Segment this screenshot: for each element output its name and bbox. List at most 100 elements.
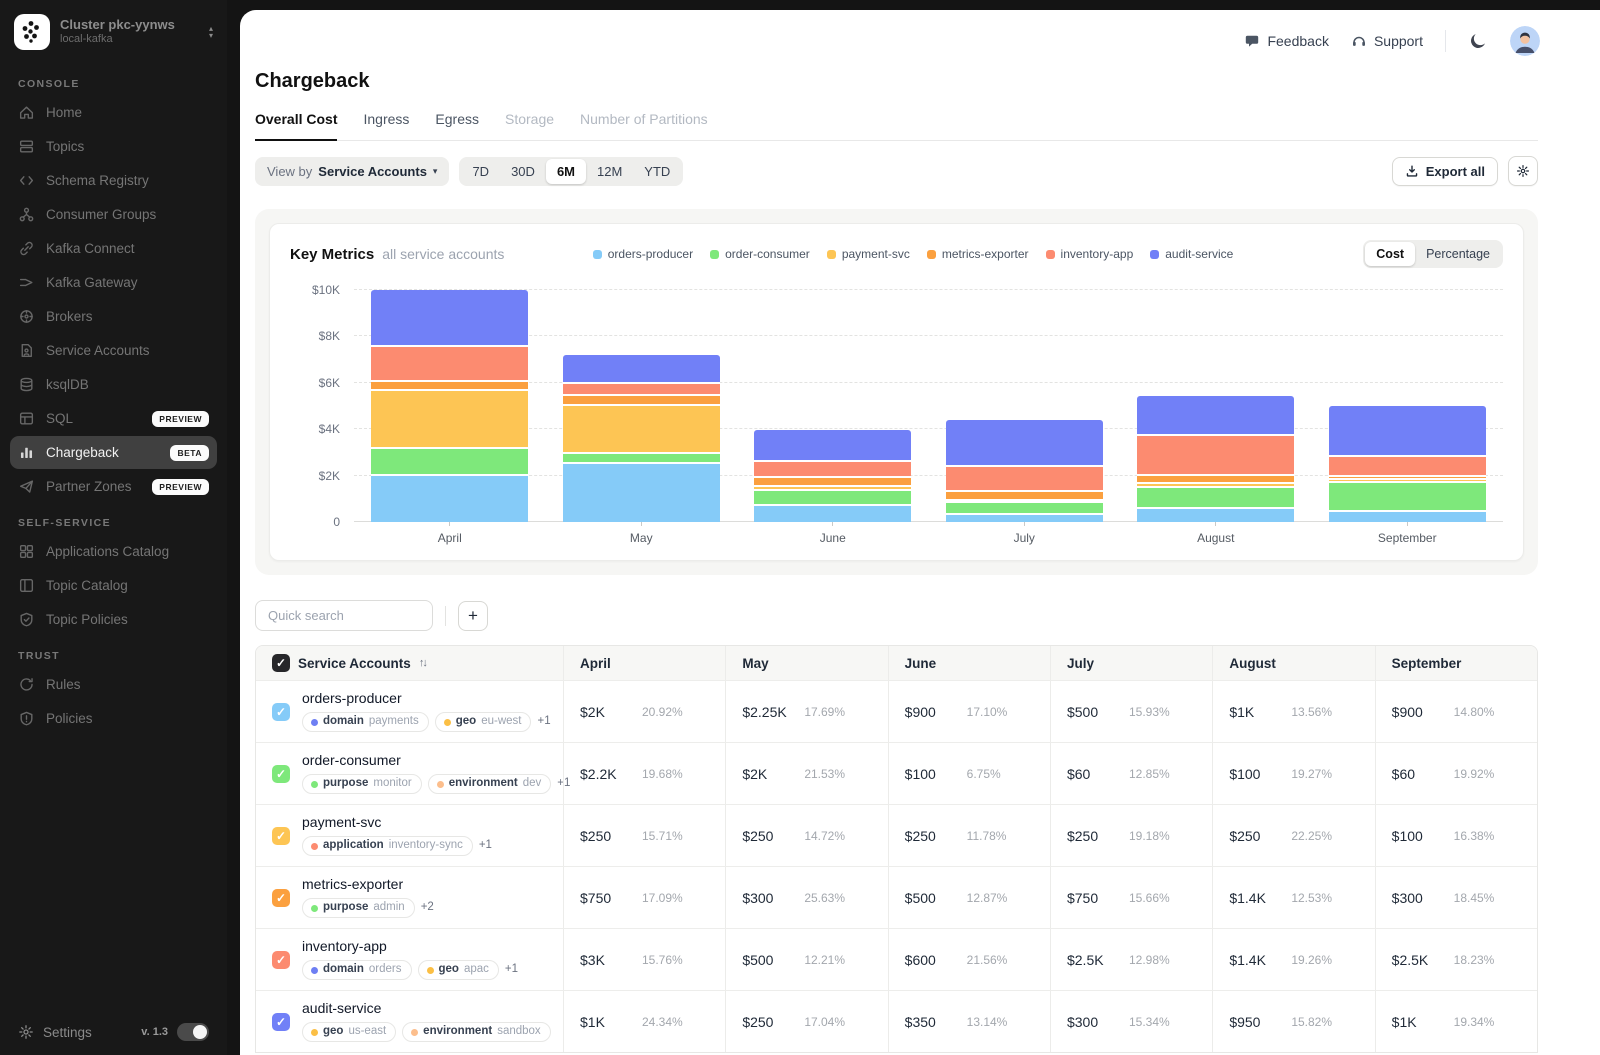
sidebar-item-ksqldb[interactable]: ksqlDB xyxy=(10,368,217,401)
cost-value: $2.25K xyxy=(742,704,804,720)
table-row-order-consumer[interactable]: ✓order-consumerpurposemonitorenvironment… xyxy=(256,742,1537,804)
export-all-button[interactable]: Export all xyxy=(1392,157,1498,186)
bar-september[interactable] xyxy=(1329,406,1486,522)
search-input[interactable] xyxy=(255,600,433,631)
sidebar-item-home[interactable]: Home xyxy=(10,96,217,129)
bar-july[interactable] xyxy=(946,420,1103,522)
legend-item-metrics-exporter[interactable]: metrics-exporter xyxy=(927,247,1029,261)
legend-item-audit-service[interactable]: audit-service xyxy=(1150,247,1233,261)
view-by-dropdown[interactable]: View by Service Accounts ▾ xyxy=(255,157,449,186)
cost-value: $250 xyxy=(580,828,642,844)
legend-item-order-consumer[interactable]: order-consumer xyxy=(710,247,810,261)
tab-overall-cost[interactable]: Overall Cost xyxy=(255,111,337,141)
sidebar-item-service-accounts[interactable]: Service Accounts xyxy=(10,334,217,367)
row-checkbox-metrics-exporter[interactable]: ✓ xyxy=(272,889,290,907)
support-button[interactable]: Support xyxy=(1351,33,1423,49)
row-checkbox-audit-service[interactable]: ✓ xyxy=(272,1013,290,1031)
cost-percentage: 17.69% xyxy=(804,705,845,719)
cost-cell-july: $50015.93% xyxy=(1050,681,1212,742)
key-metrics-section: Key Metrics all service accounts orders-… xyxy=(255,209,1538,575)
sidebar-item-kafka-gateway[interactable]: Kafka Gateway xyxy=(10,266,217,299)
schema-registry-icon xyxy=(18,172,35,189)
legend-item-payment-svc[interactable]: payment-svc xyxy=(827,247,910,261)
row-checkbox-inventory-app[interactable]: ✓ xyxy=(272,951,290,969)
sidebar-item-partner-zones[interactable]: Partner ZonesPREVIEW xyxy=(10,470,217,503)
sidebar-item-brokers[interactable]: Brokers xyxy=(10,300,217,333)
cost-value: $500 xyxy=(742,952,804,968)
cost-value: $900 xyxy=(1392,704,1454,720)
sort-icon[interactable]: ↑↓ xyxy=(419,657,426,669)
table-row-audit-service[interactable]: ✓audit-servicegeous-eastenvironmentsandb… xyxy=(256,990,1537,1052)
bar-august[interactable] xyxy=(1137,396,1294,522)
topbar: Feedback Support xyxy=(240,10,1600,56)
tag-key: environment xyxy=(449,778,518,790)
sidebar-item-schema-registry[interactable]: Schema Registry xyxy=(10,164,217,197)
table-row-orders-producer[interactable]: ✓orders-producerdomainpaymentsgeoeu-west… xyxy=(256,680,1537,742)
bar-segment-metrics-exporter-june xyxy=(754,478,911,487)
legend-item-inventory-app[interactable]: inventory-app xyxy=(1046,247,1134,261)
feedback-button[interactable]: Feedback xyxy=(1244,33,1328,49)
sidebar-item-kafka-connect[interactable]: Kafka Connect xyxy=(10,232,217,265)
tab-ingress[interactable]: Ingress xyxy=(363,111,409,140)
bar-june[interactable] xyxy=(754,430,911,522)
cost-value: $250 xyxy=(1229,828,1291,844)
bar-segment-order-consumer-july xyxy=(946,503,1103,515)
cost-cell-september: $2.5K18.23% xyxy=(1375,929,1537,990)
applications-catalog-icon xyxy=(18,543,35,560)
range-ytd[interactable]: YTD xyxy=(633,159,681,184)
table-row-metrics-exporter[interactable]: ✓metrics-exporterpurposeadmin+2$75017.09… xyxy=(256,866,1537,928)
range-12m[interactable]: 12M xyxy=(586,159,633,184)
table-row-payment-svc[interactable]: ✓payment-svcapplicationinventory-sync+1$… xyxy=(256,804,1537,866)
select-all-checkbox[interactable]: ✓ xyxy=(272,654,290,672)
cluster-switcher[interactable]: Cluster pkc-yynws local-kafka ▴▾ xyxy=(10,12,217,64)
sidebar-item-topic-policies[interactable]: Topic Policies xyxy=(10,603,217,636)
sidebar-item-topics[interactable]: Topics xyxy=(10,130,217,163)
x-slot-august: August xyxy=(1120,522,1312,548)
badge-beta: BETA xyxy=(170,445,209,461)
sidebar-item-applications-catalog[interactable]: Applications Catalog xyxy=(10,535,217,568)
sidebar-item-label: Applications Catalog xyxy=(46,544,169,559)
x-tick xyxy=(1407,522,1408,526)
bar-segment-metrics-exporter-august xyxy=(1137,476,1294,484)
cost-value: $750 xyxy=(580,890,642,906)
sidebar-item-rules[interactable]: Rules xyxy=(10,668,217,701)
bar-segment-orders-producer-april xyxy=(371,476,528,522)
user-avatar[interactable] xyxy=(1510,26,1540,56)
sidebar-item-policies[interactable]: Policies xyxy=(10,702,217,735)
range-30d[interactable]: 30D xyxy=(500,159,546,184)
sidebar-item-label: Kafka Gateway xyxy=(46,275,138,290)
sidebar-item-topic-catalog[interactable]: Topic Catalog xyxy=(10,569,217,602)
cost-value: $350 xyxy=(905,1014,967,1030)
chart-settings-button[interactable] xyxy=(1508,156,1538,186)
sidebar-item-chargeback[interactable]: ChargebackBETA xyxy=(10,436,217,469)
tag-domain-payments: domainpayments xyxy=(302,712,429,732)
range-7d[interactable]: 7D xyxy=(461,159,500,184)
bar-segment-order-consumer-september xyxy=(1329,483,1486,512)
legend-item-orders-producer[interactable]: orders-producer xyxy=(593,247,693,261)
tab-storage: Storage xyxy=(505,111,554,140)
toggle-option-cost[interactable]: Cost xyxy=(1365,242,1415,266)
range-6m[interactable]: 6M xyxy=(546,159,586,184)
add-filter-button[interactable]: + xyxy=(458,601,488,631)
cost-value: $250 xyxy=(742,1014,804,1030)
tab-egress[interactable]: Egress xyxy=(435,111,479,140)
bar-may[interactable] xyxy=(563,355,720,522)
sidebar-item-consumer-groups[interactable]: Consumer Groups xyxy=(10,198,217,231)
row-checkbox-order-consumer[interactable]: ✓ xyxy=(272,765,290,783)
bar-segment-payment-svc-april xyxy=(371,391,528,449)
bar-april[interactable] xyxy=(371,290,528,522)
sidebar-item-settings[interactable]: Settings xyxy=(43,1025,92,1040)
bar-segment-orders-producer-may xyxy=(563,464,720,522)
sidebar-toggle[interactable] xyxy=(177,1023,209,1041)
dark-mode-toggle[interactable] xyxy=(1468,31,1488,51)
toggle-option-percentage[interactable]: Percentage xyxy=(1415,242,1501,266)
table-row-inventory-app[interactable]: ✓inventory-appdomainordersgeoapac+1$3K15… xyxy=(256,928,1537,990)
cost-value: $2K xyxy=(580,704,642,720)
x-slot-april: April xyxy=(354,522,546,548)
sidebar-item-sql[interactable]: SQLPREVIEW xyxy=(10,402,217,435)
x-slot-june: June xyxy=(737,522,929,548)
row-checkbox-payment-svc[interactable]: ✓ xyxy=(272,827,290,845)
row-checkbox-orders-producer[interactable]: ✓ xyxy=(272,703,290,721)
cost-percentage: 15.82% xyxy=(1291,1015,1332,1029)
service-account-name: audit-service xyxy=(302,1001,551,1015)
